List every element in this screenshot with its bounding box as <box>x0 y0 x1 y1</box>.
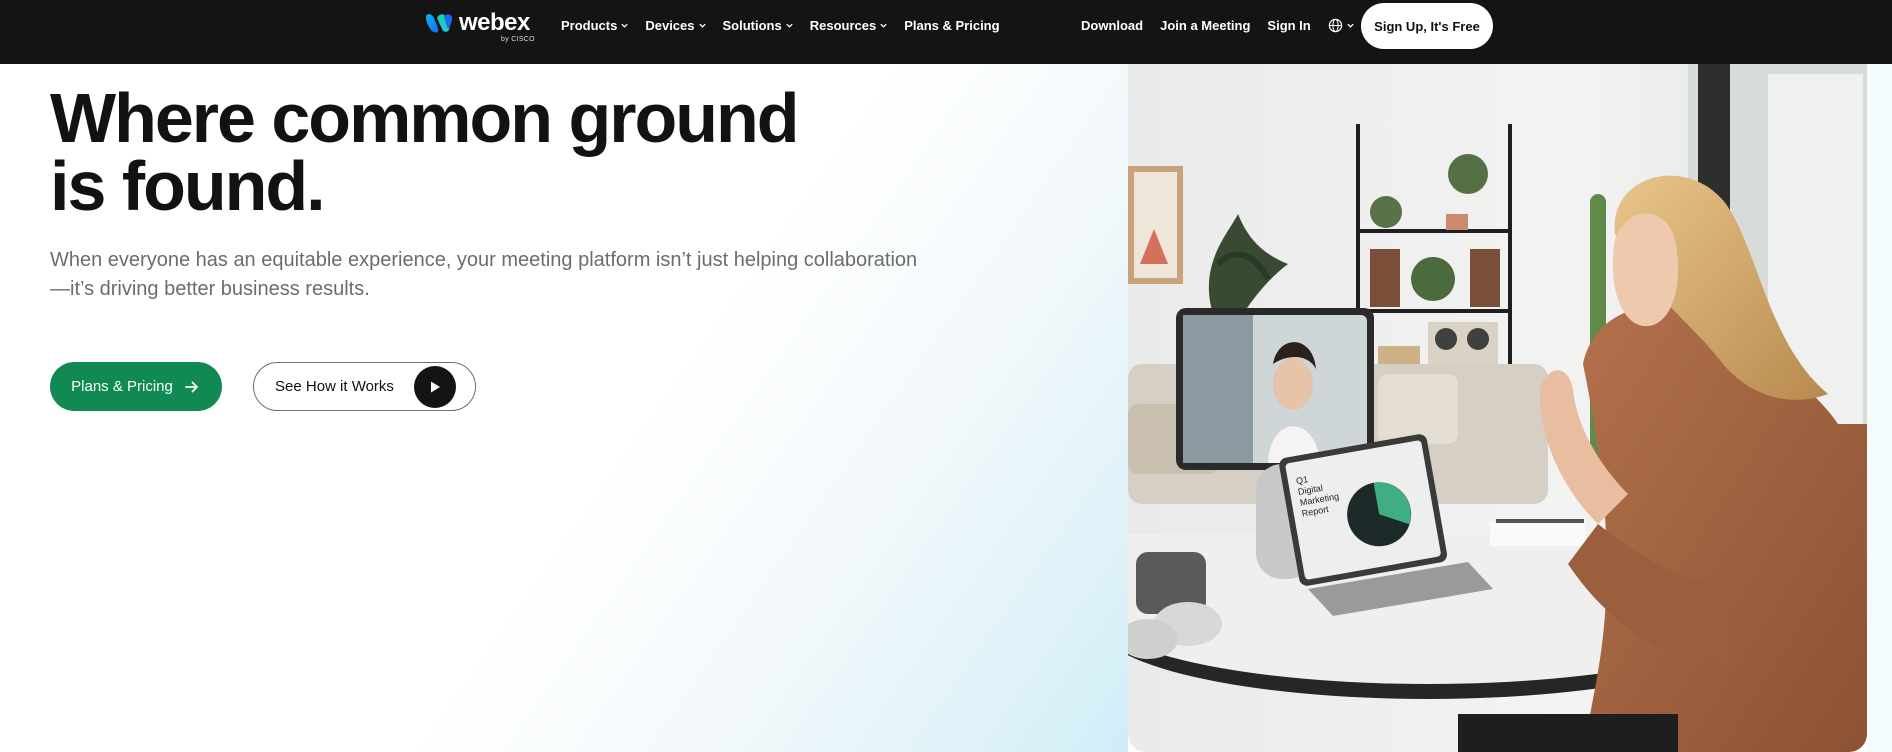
menu-devices[interactable]: Devices <box>645 18 706 33</box>
menu-solutions-label: Solutions <box>722 17 782 33</box>
sign-in-link[interactable]: Sign In <box>1267 18 1310 33</box>
webex-logo[interactable]: webex by CISCO <box>424 8 540 44</box>
play-icon <box>414 366 456 408</box>
page-edge <box>1867 64 1892 752</box>
see-how-it-works-button[interactable]: See How it Works <box>253 362 476 411</box>
hero-headline: Where common ground is found. <box>50 79 950 225</box>
chevron-down-icon <box>698 23 706 28</box>
utility-links: Download Join a Meeting Sign In <box>1081 0 1380 50</box>
chevron-down-icon <box>1347 23 1354 28</box>
menu-plans-pricing-label: Plans & Pricing <box>904 17 1000 33</box>
hero-photo-illustration: Q1 Digital Marketing Report <box>1128 64 1867 752</box>
chevron-down-icon <box>621 23 628 28</box>
see-how-it-works-label: See How it Works <box>275 378 394 395</box>
chevron-down-icon <box>880 23 887 28</box>
hero-subtext: When everyone has an equitable experienc… <box>50 249 918 300</box>
hero-headline-line-2: is found. <box>50 147 326 225</box>
menu-plans-pricing[interactable]: Plans & Pricing <box>904 18 999 33</box>
menu-resources[interactable]: Resources <box>810 18 888 33</box>
laptop-screen-text-1: Q1 <box>1295 474 1309 486</box>
download-link[interactable]: Download <box>1081 18 1143 33</box>
menu-products-label: Products <box>561 17 618 33</box>
hero-photo: Q1 Digital Marketing Report <box>1128 64 1867 752</box>
plans-pricing-button[interactable]: Plans & Pricing <box>50 362 222 411</box>
menu-solutions[interactable]: Solutions <box>723 18 794 33</box>
arrow-right-icon <box>184 381 198 392</box>
menu-devices-label: Devices <box>645 17 695 33</box>
chevron-down-icon <box>786 23 793 28</box>
plans-pricing-button-label: Plans & Pricing <box>71 378 173 395</box>
top-navigation-bar: webex by CISCO Products Devices Solution… <box>0 0 1892 64</box>
menu-resources-label: Resources <box>809 17 877 33</box>
join-meeting-link[interactable]: Join a Meeting <box>1160 18 1250 33</box>
sign-up-button[interactable]: Sign Up, It's Free <box>1361 3 1493 49</box>
language-selector[interactable] <box>1328 18 1355 33</box>
webex-logo-icon <box>426 14 453 33</box>
hero-headline-line-1: Where common ground <box>50 79 800 157</box>
brand-name: webex <box>459 9 530 36</box>
menu-products[interactable]: Products <box>561 18 629 33</box>
globe-icon <box>1328 18 1342 32</box>
main-menu: Products Devices Solutions Resources Pla… <box>561 0 1016 50</box>
brand-byline: by CISCO <box>501 36 535 43</box>
